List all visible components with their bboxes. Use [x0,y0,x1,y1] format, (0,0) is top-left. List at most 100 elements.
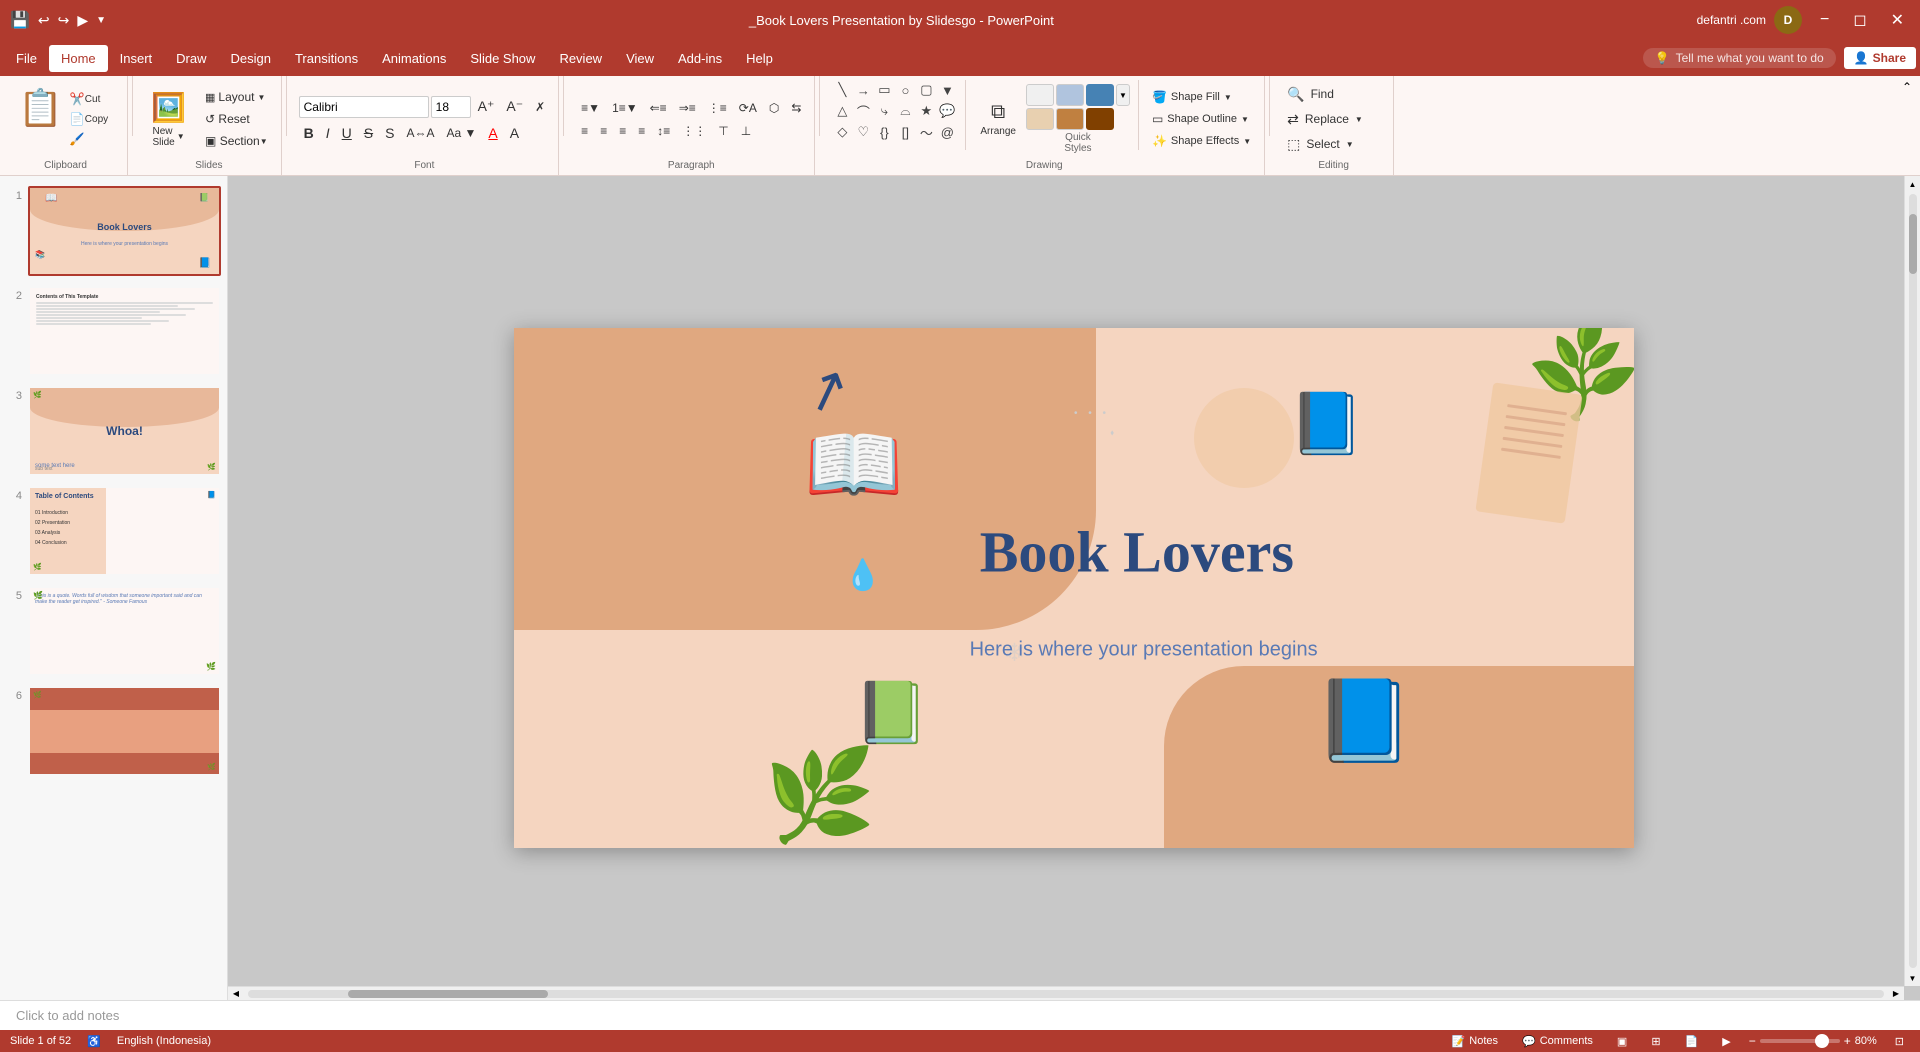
slide-image-5[interactable]: "This is a quote. Words full of wisdom t… [28,586,221,676]
replace-button[interactable]: ⇄ Replace ▼ [1282,109,1368,130]
tab-slideshow[interactable]: Slide Show [458,45,547,72]
shape-heart[interactable]: ♡ [853,122,873,142]
font-size-box[interactable]: 18 [431,96,471,118]
layout-button[interactable]: ▦ Layout ▼ [200,88,273,106]
tell-me-input[interactable]: 💡 Tell me what you want to do [1643,48,1836,68]
tab-review[interactable]: Review [547,45,614,72]
redo-icon[interactable]: ↪ [58,12,70,29]
shape-curve[interactable]: ⌒ [853,101,873,121]
tab-animations[interactable]: Animations [370,45,458,72]
slide-image-1[interactable]: 📖 📗 📚 📘 Book Lovers Here is where your p… [28,186,221,276]
slide-thumb-6[interactable]: 6 🌿 🌿 [4,684,223,778]
increase-indent-btn[interactable]: ⇒≡ [674,99,701,117]
underline-button[interactable]: U [337,123,357,143]
tab-design[interactable]: Design [219,45,283,72]
align-middle-btn[interactable]: ⊥ [736,122,756,140]
tab-view[interactable]: View [614,45,666,72]
slide-image-6[interactable]: 🌿 🌿 [28,686,221,776]
copy-button[interactable]: 📄 Copy [65,110,113,128]
strikethrough-button[interactable]: S [359,123,378,143]
align-center-btn[interactable]: ≡ [595,122,612,140]
shape-bracket[interactable]: [] [895,122,915,142]
reset-button[interactable]: ↺ Reset [200,110,273,128]
align-left-btn[interactable]: ≡ [576,122,593,140]
shape-arc[interactable]: ⌓ [895,101,915,121]
tab-insert[interactable]: Insert [108,45,165,72]
minimize-btn[interactable]: − [1814,11,1835,29]
tab-transitions[interactable]: Transitions [283,45,370,72]
shape-spiral[interactable]: @ [937,122,957,142]
shape-more[interactable]: ▼ [937,80,957,100]
zoom-in-icon[interactable]: + [1844,1034,1851,1048]
shape-arrow[interactable]: → [853,80,873,100]
zoom-track[interactable] [1760,1039,1840,1043]
shape-outline-button[interactable]: ▭ Shape Outline ▼ [1147,110,1256,128]
text-shadow-button[interactable]: S [380,123,399,143]
clear-format-btn[interactable]: ✗ [530,98,550,116]
slide-image-4[interactable]: Table of Contents 01 Introduction 02 Pre… [28,486,221,576]
cut-button[interactable]: ✂️ Cut [65,90,113,108]
notes-btn[interactable]: 📝 Notes [1446,1035,1504,1048]
columns-btn[interactable]: ⋮≡ [703,99,732,117]
avatar[interactable]: D [1774,6,1802,34]
save-icon[interactable]: 💾 [10,10,30,30]
qs-dropdown[interactable]: ▼ [1116,84,1130,106]
decrease-indent-btn[interactable]: ⇐≡ [645,99,672,117]
tab-help[interactable]: Help [734,45,785,72]
tab-draw[interactable]: Draw [164,45,218,72]
undo-icon[interactable]: ↩ [38,12,50,29]
slide-image-3[interactable]: Whoa! some text here sub text 🌿 🌿 [28,386,221,476]
shape-effects-button[interactable]: ✨ Shape Effects ▼ [1147,132,1256,150]
paste-button[interactable]: 📋 ✂️ Cut 📄 Copy 🖌️ [12,86,119,152]
new-slide-button[interactable]: 🖼️ NewSlide ▼ [145,87,192,152]
tab-home[interactable]: Home [49,45,108,72]
slide-image-2[interactable]: Contents of This Template [28,286,221,376]
bold-button[interactable]: B [299,123,319,143]
shape-circle[interactable]: ○ [895,80,915,100]
scroll-right-btn[interactable]: ▶ [1888,987,1904,1001]
shape-wave[interactable]: 〜 [916,122,936,142]
bullets-btn[interactable]: ≡▼ [576,99,605,117]
accessibility-icon[interactable]: ♿ [87,1035,101,1048]
qs-item-4[interactable] [1026,108,1054,130]
highlight-btn[interactable]: A [505,123,524,143]
font-color-btn[interactable]: A [483,123,502,143]
dropdown-icon[interactable]: ▼ [96,15,106,26]
scroll-left-btn[interactable]: ◀ [228,987,244,1001]
section-button[interactable]: ▣ Section ▼ [200,132,273,150]
slide-main-title[interactable]: Book Lovers [980,518,1294,585]
text-direction-btn[interactable]: ⟳A [734,99,762,117]
collapse-ribbon-btn[interactable]: ⌃ [1898,76,1916,98]
justify-btn[interactable]: ≡ [633,122,650,140]
scroll-thumb-v[interactable] [1909,214,1917,274]
language[interactable]: English (Indonesia) [117,1035,211,1047]
scroll-thumb-h[interactable] [348,990,548,998]
view-presenter-btn[interactable]: ▶ [1716,1035,1736,1048]
text-columns-btn[interactable]: ⋮⋮ [677,122,711,140]
shape-callout[interactable]: 💬 [937,101,957,121]
slide-thumb-5[interactable]: 5 "This is a quote. Words full of wisdom… [4,584,223,678]
present-icon[interactable]: ▶ [77,12,88,29]
shape-fill-button[interactable]: 🪣 Shape Fill ▼ [1147,88,1256,106]
numbering-btn[interactable]: 1≡▼ [607,99,643,117]
qs-item-3[interactable] [1086,84,1114,106]
scroll-up-arrow[interactable]: ▲ [1905,176,1920,192]
char-spacing-btn[interactable]: A⇔A [401,124,439,142]
convert-btn[interactable]: ⇆ [786,99,806,117]
align-top-btn[interactable]: ⊤ [713,122,733,140]
font-name-box[interactable]: Calibri [299,96,429,118]
decrease-font-btn[interactable]: A⁻ [501,96,528,117]
italic-button[interactable]: I [321,123,335,143]
zoom-slider[interactable]: − + 80% [1749,1034,1877,1048]
shape-rounded[interactable]: ▢ [916,80,936,100]
arrange-button[interactable]: ⧉ Arrange [974,97,1022,141]
zoom-out-icon[interactable]: − [1749,1034,1756,1048]
restore-btn[interactable]: ◻ [1847,10,1872,30]
view-reading-btn[interactable]: 📄 [1679,1035,1705,1048]
shape-rect[interactable]: ▭ [874,80,894,100]
format-painter-button[interactable]: 🖌️ [65,130,113,148]
slide-thumb-4[interactable]: 4 Table of Contents 01 Introduction 02 P… [4,484,223,578]
view-normal-btn[interactable]: ▣ [1611,1035,1633,1048]
shape-brace[interactable]: {} [874,122,894,142]
increase-font-btn[interactable]: A⁺ [473,96,500,117]
